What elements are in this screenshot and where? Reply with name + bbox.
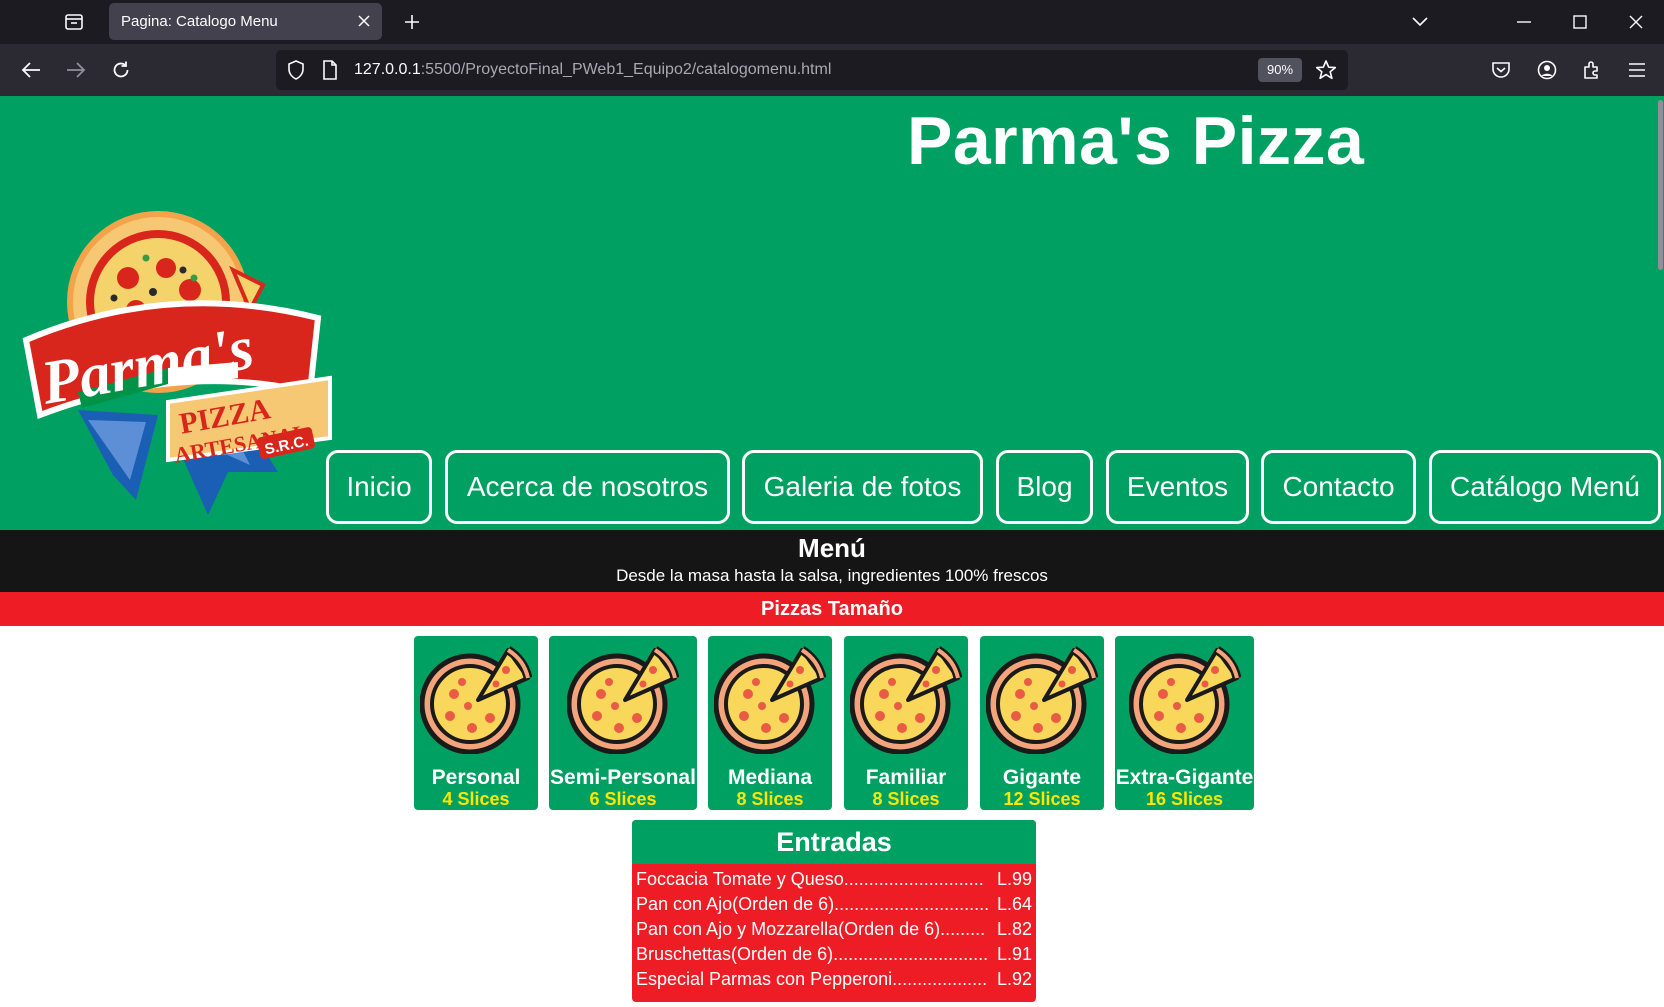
nav-acerca[interactable]: Acerca de nosotros <box>445 450 730 524</box>
size-card[interactable]: Familiar 8 Slices <box>844 636 968 810</box>
entrada-price: L.64 <box>996 894 1032 914</box>
pizza-icon <box>714 642 826 754</box>
size-card[interactable]: Extra-Gigante 16 Slices <box>1115 636 1254 810</box>
menu-subtitle: Desde la masa hasta la salsa, ingredient… <box>616 566 1048 585</box>
pizza-icon <box>986 642 1098 754</box>
back-icon[interactable] <box>14 54 48 86</box>
entradas-heading: Entradas <box>632 820 1036 864</box>
nav-blog[interactable]: Blog <box>996 450 1093 524</box>
close-tab-icon[interactable] <box>352 9 376 33</box>
pizza-icon <box>567 642 679 754</box>
size-slices: 8 Slices <box>872 789 940 809</box>
size-name: Mediana <box>727 766 813 789</box>
extensions-icon[interactable] <box>1575 54 1609 86</box>
close-window-icon[interactable] <box>1618 6 1654 38</box>
pizza-icon <box>1129 642 1241 754</box>
entrada-name: Pan con Ajo y Mozzarella(Orden de 6)....… <box>636 919 986 939</box>
maximize-icon[interactable] <box>1562 6 1598 38</box>
browser-tab-bar: Pagina: Catalogo Menu <box>0 0 1664 44</box>
size-slices: 8 Slices <box>736 789 804 809</box>
entrada-name: Especial Parmas con Pepperoni...........… <box>636 969 988 989</box>
tab-overview-icon[interactable] <box>58 6 90 38</box>
new-tab-icon[interactable] <box>396 6 428 38</box>
nav-contacto[interactable]: Contacto <box>1261 450 1416 524</box>
url-path: :5500/ProyectoFinal_PWeb1_Equipo2/catalo… <box>420 61 832 78</box>
entrada-name: Foccacia Tomate y Queso.................… <box>636 869 984 889</box>
pizza-icon <box>850 642 962 754</box>
site-title: Parma's Pizza <box>907 103 1365 179</box>
size-name: Extra-Gigante <box>1115 766 1254 789</box>
size-slices: 12 Slices <box>1003 789 1081 809</box>
parmas-pizza-logo: Parma's PIZZA ARTESANAL S.R.C. <box>22 211 332 515</box>
header-hero: Parma's Pizza Parma's PIZZA ARTESANAL S.… <box>0 96 1664 530</box>
size-card[interactable]: Semi-Personal 6 Slices <box>549 636 697 810</box>
entrada-price: L.92 <box>996 969 1032 989</box>
size-name: Semi-Personal <box>550 766 696 789</box>
nav-catalogo-menu[interactable]: Catálogo Menú <box>1429 450 1661 524</box>
entrada-row: Especial Parmas con Pepperoni...........… <box>636 967 1032 992</box>
pocket-icon[interactable] <box>1484 54 1518 86</box>
url-text[interactable]: 127.0.0.1:5500/ProyectoFinal_PWeb1_Equip… <box>354 50 831 90</box>
size-card[interactable]: Gigante 12 Slices <box>980 636 1104 810</box>
size-card[interactable]: Mediana 8 Slices <box>708 636 832 810</box>
bookmark-star-icon[interactable] <box>1314 58 1338 82</box>
minimize-icon[interactable] <box>1506 6 1542 38</box>
entrada-row: Bruschettas(Orden de 6).................… <box>636 942 1032 967</box>
nav-galeria[interactable]: Galeria de fotos <box>742 450 983 524</box>
entradas-panel: Entradas Foccacia Tomate y Queso........… <box>632 820 1036 1002</box>
size-slices: 4 Slices <box>442 789 510 809</box>
entrada-row: Pan con Ajo y Mozzarella(Orden de 6)....… <box>636 917 1032 942</box>
size-name: Familiar <box>865 766 947 789</box>
shield-icon[interactable] <box>284 58 308 82</box>
size-name: Gigante <box>1002 766 1082 789</box>
entrada-price: L.91 <box>996 944 1032 964</box>
reload-icon[interactable] <box>104 54 138 86</box>
nav-eventos[interactable]: Eventos <box>1106 450 1249 524</box>
entrada-name: Pan con Ajo(Orden de 6).................… <box>636 894 990 914</box>
entrada-price: L.99 <box>996 869 1032 889</box>
menu-hamburger-icon[interactable] <box>1620 54 1654 86</box>
size-slices: 16 Slices <box>1145 789 1224 809</box>
pizza-icon <box>420 642 532 754</box>
menu-title: Menú <box>798 533 866 563</box>
url-bar[interactable]: 127.0.0.1:5500/ProyectoFinal_PWeb1_Equip… <box>276 50 1348 90</box>
zoom-level-badge[interactable]: 90% <box>1258 58 1302 82</box>
browser-tab-active[interactable]: Pagina: Catalogo Menu <box>109 3 382 40</box>
entrada-price: L.82 <box>996 919 1032 939</box>
nav-inicio[interactable]: Inicio <box>326 450 432 524</box>
page-scrollbar[interactable] <box>1658 100 1663 270</box>
pizzas-heading: Pizzas Tamaño <box>0 592 1664 626</box>
page-content: Parma's Pizza Parma's PIZZA ARTESANAL S.… <box>0 96 1664 1007</box>
page-icon[interactable] <box>318 58 342 82</box>
list-all-tabs-icon[interactable] <box>1402 6 1438 38</box>
entrada-row: Foccacia Tomate y Queso.................… <box>636 867 1032 892</box>
menu-banner: Menú Desde la masa hasta la salsa, ingre… <box>0 530 1664 592</box>
size-slices: 6 Slices <box>589 789 657 809</box>
size-card[interactable]: Personal 4 Slices <box>414 636 538 810</box>
size-name: Personal <box>431 766 521 789</box>
tab-title: Pagina: Catalogo Menu <box>121 13 278 30</box>
account-icon[interactable] <box>1530 54 1564 86</box>
url-host: 127.0.0.1 <box>354 61 421 78</box>
entrada-name: Bruschettas(Orden de 6).................… <box>636 944 989 964</box>
entrada-row: Pan con Ajo(Orden de 6).................… <box>636 892 1032 917</box>
forward-icon[interactable] <box>59 54 93 86</box>
browser-nav-bar: 127.0.0.1:5500/ProyectoFinal_PWeb1_Equip… <box>0 44 1664 96</box>
